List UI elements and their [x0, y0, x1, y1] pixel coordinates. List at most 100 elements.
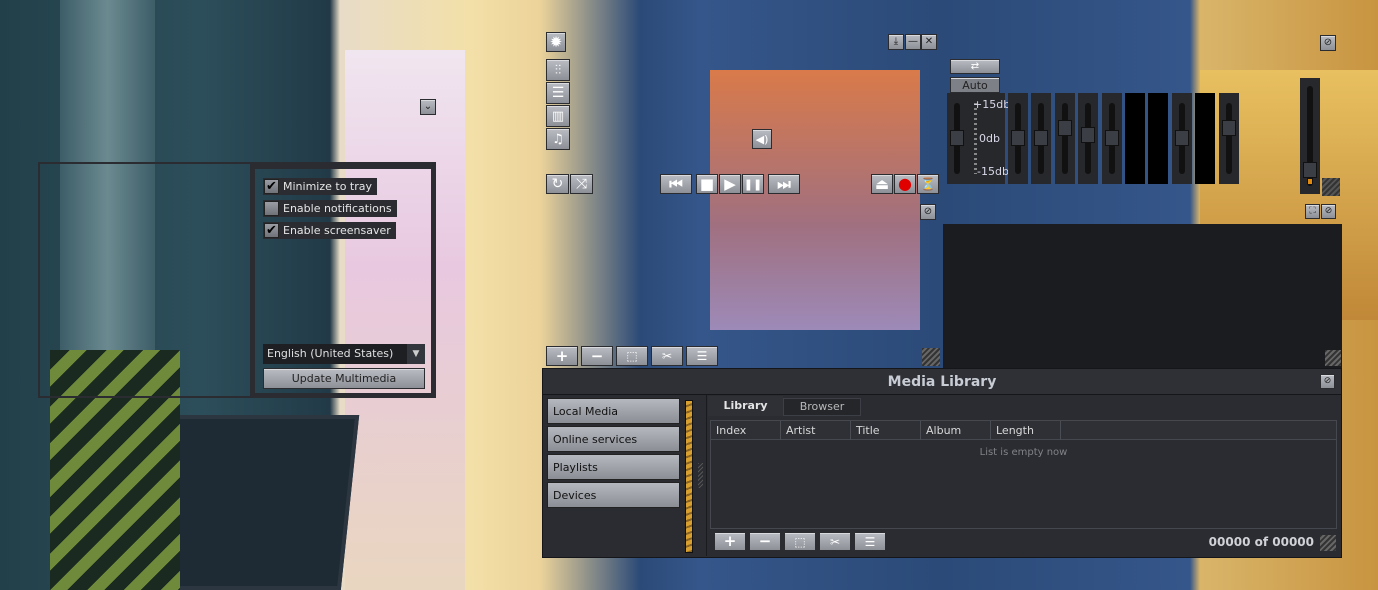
playlist-resize-grip[interactable]: [922, 348, 940, 366]
pause-icon: ❚❚: [743, 177, 763, 191]
eq-band-knob[interactable]: [1222, 120, 1236, 137]
column-header-index[interactable]: Index: [711, 421, 781, 440]
detach-button[interactable]: ⊘: [1321, 204, 1336, 219]
minimize-to-tray-checkbox[interactable]: ✔ Minimize to tray: [263, 178, 378, 195]
library-list-button[interactable]: ☰: [854, 532, 886, 551]
eq-label-min: -15db: [977, 165, 1009, 178]
enable-notifications-checkbox[interactable]: Enable notifications: [263, 200, 397, 217]
column-header-album[interactable]: Album: [921, 421, 991, 440]
eq-band-slider[interactable]: [1219, 93, 1239, 184]
resize-grip[interactable]: [1322, 178, 1340, 196]
playlist-list-button[interactable]: ☰: [686, 346, 718, 366]
column-header-title[interactable]: Title: [851, 421, 921, 440]
empty-list-message: List is empty now: [979, 447, 1068, 458]
video-button[interactable]: ▥: [546, 105, 570, 127]
eq-toggle-button[interactable]: ⇄: [950, 59, 1000, 74]
background-menu-board: [710, 70, 920, 330]
nav-local-media[interactable]: Local Media: [547, 398, 680, 424]
library-select-button[interactable]: ⬚: [784, 532, 816, 551]
eq-band-slider[interactable]: [1148, 93, 1168, 184]
eject-button[interactable]: ⏏: [871, 174, 893, 194]
eq-band-track: [1062, 103, 1068, 174]
eq-band-slider[interactable]: [1195, 93, 1215, 184]
enable-screensaver-checkbox[interactable]: ✔ Enable screensaver: [263, 222, 396, 239]
eq-label-max: +15db: [973, 98, 1011, 111]
library-tools-button[interactable]: ✂: [819, 532, 851, 551]
stop-icon: ■: [699, 174, 715, 193]
playlist-add-button[interactable]: +: [546, 346, 578, 366]
eq-skin-button[interactable]: ⊘: [1320, 35, 1336, 51]
shuffle-button[interactable]: ⤨: [570, 174, 593, 194]
equalizer-icon: ⫶⫶: [554, 62, 562, 78]
metronome-button[interactable]: ⏳: [917, 174, 939, 194]
library-add-button[interactable]: +: [714, 532, 746, 551]
playlist-button[interactable]: ☰: [546, 82, 570, 104]
playlist-remove-button[interactable]: −: [581, 346, 613, 366]
next-icon: ⏭: [777, 174, 791, 193]
fullscreen-button[interactable]: ⛶: [1305, 204, 1320, 219]
eq-auto-button[interactable]: Auto: [950, 77, 1000, 93]
playlist-tools-button[interactable]: ✂: [651, 346, 683, 366]
language-select[interactable]: English (United States) ▼: [263, 344, 425, 364]
repeat-button[interactable]: ↻: [546, 174, 569, 194]
equalizer-button[interactable]: ⫶⫶: [546, 59, 570, 81]
video-resize-grip[interactable]: [1325, 350, 1341, 366]
dropdown-arrow-icon: ▼: [407, 344, 425, 364]
splitter-handle[interactable]: [698, 463, 703, 488]
eq-band-slider[interactable]: [1078, 93, 1098, 184]
playlist-select-button[interactable]: ⬚: [616, 346, 648, 366]
eq-band-knob[interactable]: [1034, 130, 1048, 146]
record-button[interactable]: ●: [894, 174, 916, 194]
nav-online-services[interactable]: Online services: [547, 426, 680, 452]
eq-band-slider[interactable]: [1125, 93, 1145, 184]
video-icon: ▥: [551, 108, 565, 124]
skin-icon: ⊘: [1323, 37, 1333, 48]
eq-slider-knob[interactable]: [950, 130, 964, 146]
minimize-button[interactable]: —: [905, 34, 921, 50]
eq-band-slider[interactable]: [1102, 93, 1122, 184]
eq-band-slider[interactable]: [1172, 93, 1192, 184]
update-multimedia-button[interactable]: Update Multimedia: [263, 368, 425, 389]
eq-band-knob[interactable]: [1105, 130, 1119, 146]
library-resize-grip[interactable]: [1320, 535, 1336, 551]
volume-button[interactable]: ◀): [752, 129, 772, 149]
column-header-length[interactable]: Length: [991, 421, 1061, 440]
media-library-close-button[interactable]: ⊘: [1320, 374, 1335, 389]
eq-band-slider[interactable]: [1055, 93, 1075, 184]
play-button[interactable]: ▶: [719, 174, 741, 194]
previous-button[interactable]: ⏮: [660, 174, 692, 194]
restore-button[interactable]: ⤓: [888, 34, 904, 50]
skin-toggle-button[interactable]: ⊘: [920, 204, 936, 220]
collapse-button[interactable]: ⌄: [420, 99, 436, 115]
gear-icon: ✹: [549, 32, 563, 51]
eq-label-zero: 0db: [979, 132, 1000, 145]
checkbox-checked-icon: ✔: [264, 223, 279, 238]
eq-band-knob[interactable]: [1011, 130, 1025, 146]
eq-band-knob[interactable]: [1058, 120, 1072, 137]
tab-browser[interactable]: Browser: [783, 398, 861, 416]
library-remove-button[interactable]: −: [749, 532, 781, 551]
eq-band-knob[interactable]: [1175, 130, 1189, 146]
speaker-icon: ◀): [755, 132, 769, 146]
next-button[interactable]: ⏭: [768, 174, 800, 194]
close-button[interactable]: ✕: [921, 34, 937, 50]
eq-band-knob[interactable]: [1081, 126, 1095, 143]
eq-band-slider[interactable]: [1008, 93, 1028, 184]
nav-playlists[interactable]: Playlists: [547, 454, 680, 480]
pause-button[interactable]: ❚❚: [742, 174, 764, 194]
settings-gear-button[interactable]: ✹: [546, 32, 566, 52]
media-library-titlebar[interactable]: Media Library: [543, 369, 1341, 395]
column-header-artist[interactable]: Artist: [781, 421, 851, 440]
music-library-button[interactable]: ♫: [546, 128, 570, 150]
video-area[interactable]: [943, 224, 1342, 368]
record-icon: ●: [898, 174, 912, 193]
nav-devices[interactable]: Devices: [547, 482, 680, 508]
eq-band-slider[interactable]: [1031, 93, 1051, 184]
preamp-slider[interactable]: [1300, 78, 1320, 194]
nav-scrollbar[interactable]: [685, 400, 693, 553]
tab-library[interactable]: Library: [708, 396, 783, 416]
preamp-knob[interactable]: [1303, 162, 1317, 178]
track-counter: 00000 of 00000: [1208, 535, 1314, 549]
stop-button[interactable]: ■: [696, 174, 718, 194]
skin-icon: ⊘: [923, 206, 933, 217]
